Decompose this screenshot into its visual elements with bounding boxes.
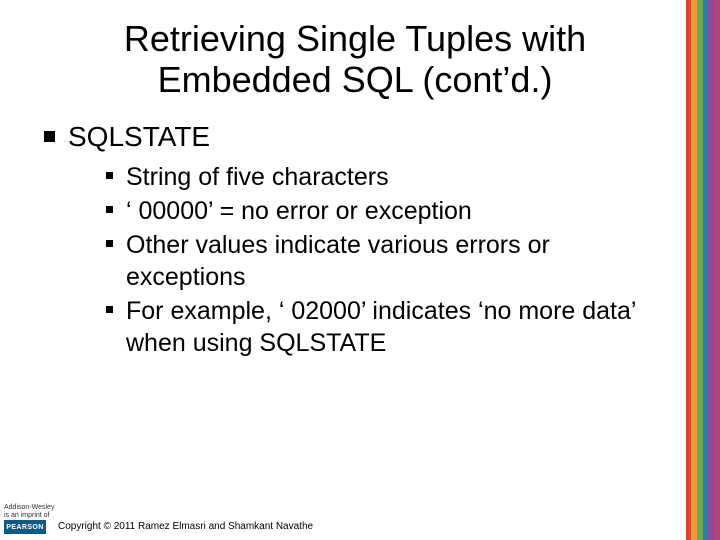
slide: Retrieving Single Tuples with Embedded S… xyxy=(0,0,720,540)
list-item: ‘ 00000’ = no error or exception xyxy=(104,195,670,227)
publisher-badge: Addison-Wesley is an imprint of PEARSON xyxy=(4,504,54,534)
publisher-line1: Addison-Wesley xyxy=(4,504,54,511)
footer: Addison-Wesley is an imprint of PEARSON … xyxy=(0,496,720,540)
side-art-stripes xyxy=(686,0,720,540)
outer-item-sqlstate: SQLSTATE String of five characters ‘ 000… xyxy=(40,121,670,359)
outer-list: SQLSTATE String of five characters ‘ 000… xyxy=(40,121,670,359)
slide-title: Retrieving Single Tuples with Embedded S… xyxy=(40,18,670,101)
list-item: For example, ‘ 02000’ indicates ‘no more… xyxy=(104,295,670,359)
inner-list: String of five characters ‘ 00000’ = no … xyxy=(68,161,670,359)
outer-item-label: SQLSTATE xyxy=(68,121,210,152)
list-item: Other values indicate various errors or … xyxy=(104,229,670,293)
publisher-line2: is an imprint of xyxy=(4,512,50,519)
list-item: String of five characters xyxy=(104,161,670,193)
copyright-text: Copyright © 2011 Ramez Elmasri and Shamk… xyxy=(58,521,313,532)
brand-logo: PEARSON xyxy=(4,520,46,534)
